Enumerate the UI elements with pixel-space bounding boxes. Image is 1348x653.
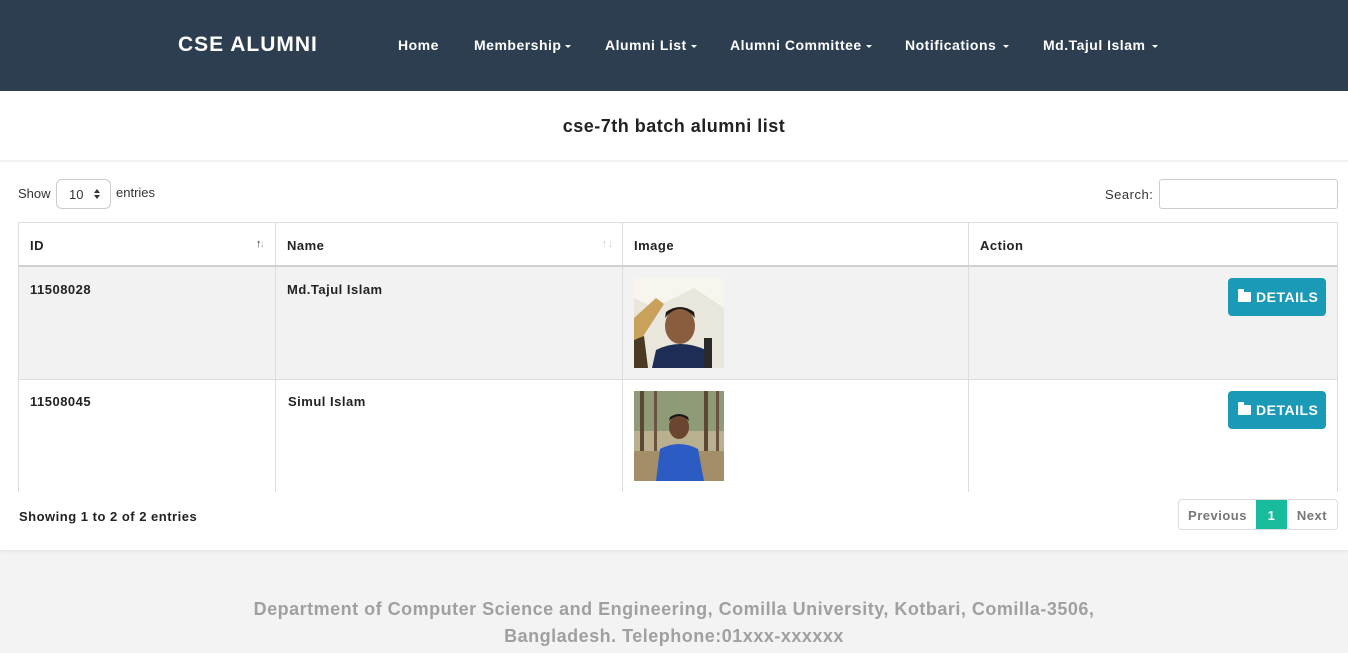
entries-label: entries [116,185,156,200]
top-navbar: CSE ALUMNI Home Membership Alumni List A… [0,0,1348,91]
cell-id: 11508045 [19,380,276,492]
entries-select[interactable]: 10 [56,179,111,209]
caret-down-icon [1152,44,1159,48]
sort-asc-icon: ↑↓ [256,238,265,250]
cell-action: DETAILS [969,380,1337,492]
nav-alumni-list[interactable]: Alumni List [605,37,697,53]
nav-notifications-label: Notifications [905,37,997,53]
folder-icon [1238,402,1251,415]
nav-membership-label: Membership [474,37,562,53]
search-input[interactable] [1159,179,1338,209]
select-arrows-icon [94,189,100,199]
pagination-next[interactable]: Next [1287,500,1337,529]
brand-logo[interactable]: CSE ALUMNI [178,33,318,57]
show-label: Show [18,186,51,201]
cell-id: 11508028 [19,267,276,379]
caret-down-icon [865,44,872,48]
alumni-table-panel: Show 10 entries Search: ID ↑↓ Name ↑↓ Im… [0,162,1348,550]
row-id: 11508028 [30,282,92,297]
nav-alumni-committee-label: Alumni Committee [730,37,862,53]
row-name: Md.Tajul Islam [287,282,383,297]
sort-icon: ↑↓ [602,238,613,250]
table-info: Showing 1 to 2 of 2 entries [19,509,198,524]
details-button-label: DETAILS [1256,289,1319,305]
col-header-image-label: Image [634,238,675,253]
details-button[interactable]: DETAILS [1228,278,1326,316]
caret-down-icon [690,44,697,48]
cell-name: Simul Islam [276,380,623,492]
caret-down-icon [1003,44,1010,48]
cell-image [623,267,969,379]
alumni-photo [634,391,724,481]
col-header-id[interactable]: ID ↑↓ [19,223,276,265]
col-header-name-label: Name [287,238,325,253]
table-row: 11508028 Md.Tajul Islam DETAILS [19,267,1337,379]
nav-home-label: Home [398,37,439,53]
nav-notifications[interactable]: Notifications [905,37,1010,53]
nav-alumni-list-label: Alumni List [605,37,687,53]
page-title: cse-7th batch alumni list [562,116,786,136]
caret-down-icon [565,44,572,48]
nav-user-menu[interactable]: Md.Tajul Islam [1043,37,1159,53]
col-header-action: Action [969,223,1337,265]
footer-contact: Bangladesh. Telephone:01xxx-xxxxxx [504,626,844,646]
details-button[interactable]: DETAILS [1228,391,1326,429]
pagination-previous[interactable]: Previous [1179,500,1256,529]
details-button-label: DETAILS [1256,402,1319,418]
pagination-page-1[interactable]: 1 [1256,500,1287,529]
alumni-photo [634,278,724,368]
pagination: Previous 1 Next [1178,499,1338,530]
footer-address: Department of Computer Science and Engin… [253,599,1095,619]
table-row: 11508045 Simul Islam DETAILS [19,380,1337,492]
entries-select-value: 10 [69,187,84,202]
cell-name: Md.Tajul Islam [276,267,623,379]
col-header-image: Image [623,223,969,265]
alumni-table: ID ↑↓ Name ↑↓ Image Action 11508028 Md.T… [18,222,1338,492]
cell-action: DETAILS [969,267,1337,379]
nav-user-label: Md.Tajul Islam [1043,37,1146,53]
col-header-name[interactable]: Name ↑↓ [276,223,623,265]
site-footer: Department of Computer Science and Engin… [0,596,1348,650]
nav-home[interactable]: Home [398,37,439,53]
row-name: Simul Islam [288,394,366,409]
nav-membership[interactable]: Membership [474,37,572,53]
cell-image [623,380,969,492]
col-header-action-label: Action [980,238,1024,253]
row-id: 11508045 [30,394,92,409]
col-header-id-label: ID [30,238,44,253]
search-label: Search: [1105,187,1154,202]
folder-icon [1238,289,1251,302]
nav-alumni-committee[interactable]: Alumni Committee [730,37,872,53]
title-band: cse-7th batch alumni list [0,91,1348,160]
